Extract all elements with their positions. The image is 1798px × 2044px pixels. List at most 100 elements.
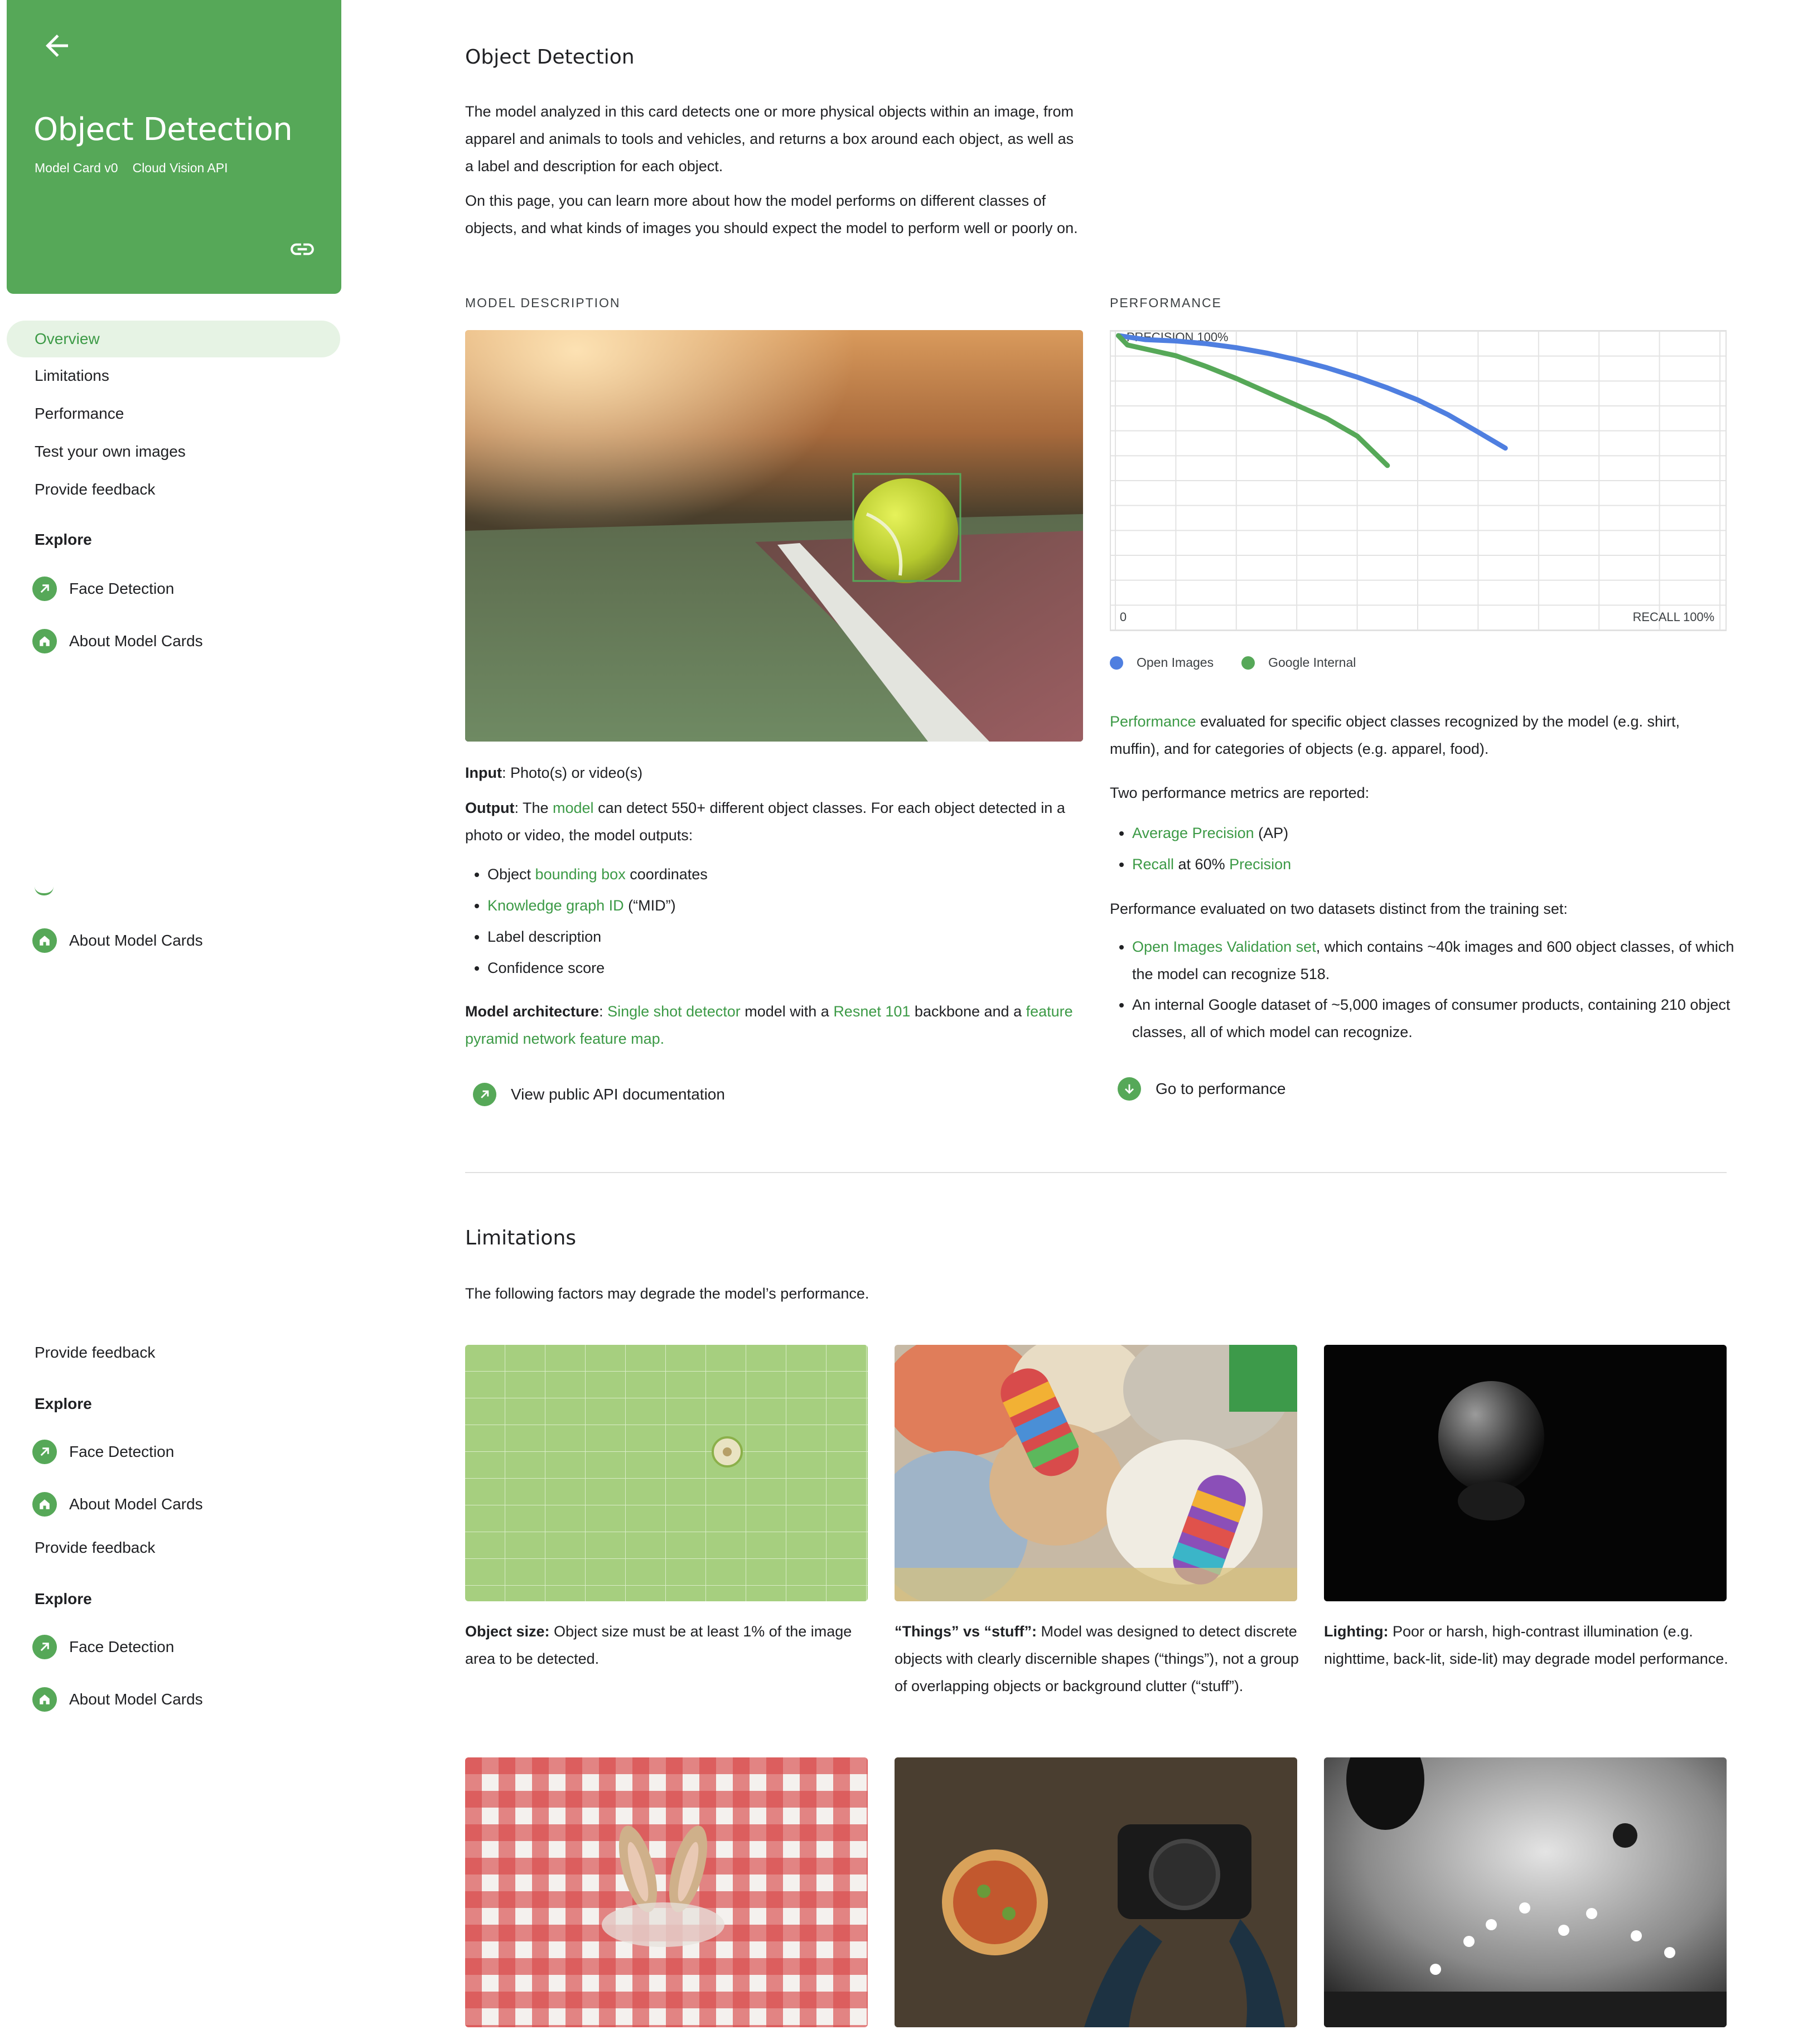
explore-link-label: About Model Cards bbox=[69, 1495, 203, 1513]
home-icon bbox=[32, 1687, 57, 1712]
model-link[interactable]: model bbox=[553, 800, 594, 816]
explore-link-label: About Model Cards bbox=[69, 932, 203, 949]
home-icon bbox=[32, 928, 57, 953]
model-architecture-line: Model architecture: Single shot detector… bbox=[465, 1003, 1073, 1047]
explore-link-label: About Model Cards bbox=[69, 632, 203, 650]
arrow-outward-icon bbox=[32, 1440, 57, 1464]
input-text: : Photo(s) or video(s) bbox=[501, 764, 643, 781]
explore-link-label: About Model Cards bbox=[69, 1691, 203, 1708]
recall-link[interactable]: Recall bbox=[1132, 856, 1174, 873]
limitation-caption-lighting: Lighting: Poor or harsh, high-contrast i… bbox=[1324, 1623, 1728, 1667]
explore-heading: Explore bbox=[35, 1395, 92, 1412]
view-api-docs-button[interactable]: View public API documentation bbox=[473, 1083, 725, 1106]
resnet-link[interactable]: Resnet 101 bbox=[833, 1003, 910, 1020]
precision-recall-chart: PRECISION 100% 0 RECALL 100% bbox=[1110, 330, 1727, 631]
average-precision-link[interactable]: Average Precision bbox=[1132, 825, 1254, 841]
header-title: Object Detection bbox=[33, 112, 293, 148]
precision-link[interactable]: Precision bbox=[1229, 856, 1291, 873]
limitation-caption-object-size: Object size: Object size must be at leas… bbox=[465, 1623, 852, 1667]
product-name: Cloud Vision API bbox=[132, 161, 228, 175]
output-pre: : The bbox=[514, 800, 553, 816]
x-axis-label: RECALL 100% bbox=[1633, 610, 1714, 624]
model-description-heading: MODEL DESCRIPTION bbox=[465, 296, 621, 310]
explore-about-model-cards-link[interactable]: About Model Cards bbox=[32, 928, 203, 953]
link-icon[interactable] bbox=[288, 235, 316, 263]
overview-intro-2: On this page, you can learn more about h… bbox=[465, 192, 1078, 236]
overview-title: Object Detection bbox=[465, 46, 635, 69]
legend-item-google-internal: Google Internal bbox=[1241, 655, 1356, 670]
output-line: Output: The model can detect 550+ differ… bbox=[465, 795, 1084, 849]
arrow-down-icon bbox=[1118, 1077, 1141, 1101]
list-item: Knowledge graph ID (“MID”) bbox=[487, 890, 1101, 921]
chart-grid bbox=[1111, 331, 1726, 630]
go-to-performance-button[interactable]: Go to performance bbox=[1118, 1077, 1285, 1101]
list-item: Object bounding box coordinates bbox=[487, 859, 1101, 890]
arch-label: Model architecture bbox=[465, 1003, 600, 1020]
chart-series bbox=[1115, 333, 1508, 468]
input-label: Input bbox=[465, 764, 502, 781]
performance-link[interactable]: Performance bbox=[1110, 713, 1196, 730]
nav-item-label: Overview bbox=[35, 330, 100, 347]
output-label: Output bbox=[465, 800, 515, 816]
input-line: Input: Photo(s) or video(s) bbox=[465, 759, 1084, 787]
limitations-intro: The following factors may degrade the mo… bbox=[465, 1285, 869, 1302]
performance-p2: Two performance metrics are reported: bbox=[1110, 784, 1370, 801]
nav-item-feedback[interactable]: Provide feedback bbox=[35, 1539, 155, 1557]
limitation-caption-things-stuff: “Things” vs “stuff”: Model was designed … bbox=[895, 1623, 1299, 1694]
knowledge-graph-link[interactable]: Knowledge graph ID bbox=[487, 897, 624, 914]
chart-canvas: PRECISION 100% 0 RECALL 100% bbox=[1111, 331, 1726, 630]
legend-item-open-images: Open Images bbox=[1110, 655, 1214, 670]
chart-legend: Open Images Google Internal bbox=[1110, 655, 1356, 670]
nav-item-limitations[interactable]: Limitations bbox=[35, 367, 109, 385]
open-images-link[interactable]: Open Images Validation set bbox=[1132, 938, 1316, 955]
tennis-ball-detection-image bbox=[465, 330, 1083, 742]
arrow-outward-icon bbox=[32, 1635, 57, 1659]
performance-p3: Performance evaluated on two datasets di… bbox=[1110, 900, 1568, 917]
knitwear-clutter-image bbox=[895, 1345, 1297, 1601]
performance-p1: Performance evaluated for specific objec… bbox=[1110, 713, 1680, 757]
stadium-lights-image bbox=[1324, 1757, 1727, 2027]
performance-heading: PERFORMANCE bbox=[1110, 296, 1222, 310]
legend-dot bbox=[1241, 656, 1255, 670]
limitation-label: “Things” vs “stuff”: bbox=[895, 1623, 1037, 1640]
explore-face-detection-link[interactable]: Face Detection bbox=[32, 577, 174, 601]
explore-link-label: Face Detection bbox=[69, 1638, 175, 1655]
arrow-outward-icon bbox=[32, 577, 57, 601]
section-divider bbox=[465, 1172, 1727, 1173]
limitation-label: Lighting: bbox=[1324, 1623, 1389, 1640]
ssd-link[interactable]: Single shot detector bbox=[607, 1003, 741, 1020]
nav-item-performance[interactable]: Performance bbox=[35, 405, 124, 423]
list-item: Average Precision (AP) bbox=[1132, 817, 1746, 849]
list-item: An internal Google dataset of ~5,000 ima… bbox=[1132, 991, 1740, 1046]
model-card-version: Model Card v0 bbox=[35, 161, 118, 175]
explore-about-model-cards-link[interactable]: About Model Cards bbox=[32, 1492, 203, 1517]
limitations-title: Limitations bbox=[465, 1227, 577, 1249]
object-size-example-image bbox=[465, 1345, 868, 1601]
legend-label: Google Internal bbox=[1268, 655, 1356, 670]
cta-label: View public API documentation bbox=[511, 1086, 725, 1103]
back-arrow-icon[interactable] bbox=[40, 29, 74, 62]
series-line-google-internal bbox=[1115, 333, 1390, 468]
model-card-header: Object Detection Model Card v0 Cloud Visi… bbox=[7, 0, 341, 294]
explore-face-detection-link[interactable]: Face Detection bbox=[32, 1440, 174, 1464]
nav-item-feedback[interactable]: Provide feedback bbox=[35, 1344, 155, 1362]
legend-dot bbox=[1110, 656, 1123, 670]
partial-icon bbox=[35, 887, 54, 895]
nav-item-feedback[interactable]: Provide feedback bbox=[35, 481, 155, 498]
explore-about-model-cards-link[interactable]: About Model Cards bbox=[32, 629, 203, 653]
x-axis-origin-label: 0 bbox=[1120, 610, 1127, 624]
nav-item-overview[interactable]: Overview bbox=[7, 321, 340, 357]
bounding-box-link[interactable]: bounding box bbox=[535, 866, 626, 883]
datasets-list: Open Images Validation set, which contai… bbox=[1110, 933, 1740, 1046]
list-item: Confidence score bbox=[487, 952, 1101, 984]
explore-heading: Explore bbox=[35, 531, 92, 548]
header-meta: Model Card v0 Cloud Vision API bbox=[35, 161, 228, 176]
explore-about-model-cards-link[interactable]: About Model Cards bbox=[32, 1687, 203, 1712]
explore-face-detection-link[interactable]: Face Detection bbox=[32, 1635, 174, 1659]
nav-item-test-images[interactable]: Test your own images bbox=[35, 443, 186, 461]
explore-heading: Explore bbox=[35, 1590, 92, 1607]
home-icon bbox=[32, 629, 57, 653]
legend-label: Open Images bbox=[1137, 655, 1214, 670]
list-item: Open Images Validation set, which contai… bbox=[1132, 933, 1740, 988]
explore-link-label: Face Detection bbox=[69, 580, 175, 597]
